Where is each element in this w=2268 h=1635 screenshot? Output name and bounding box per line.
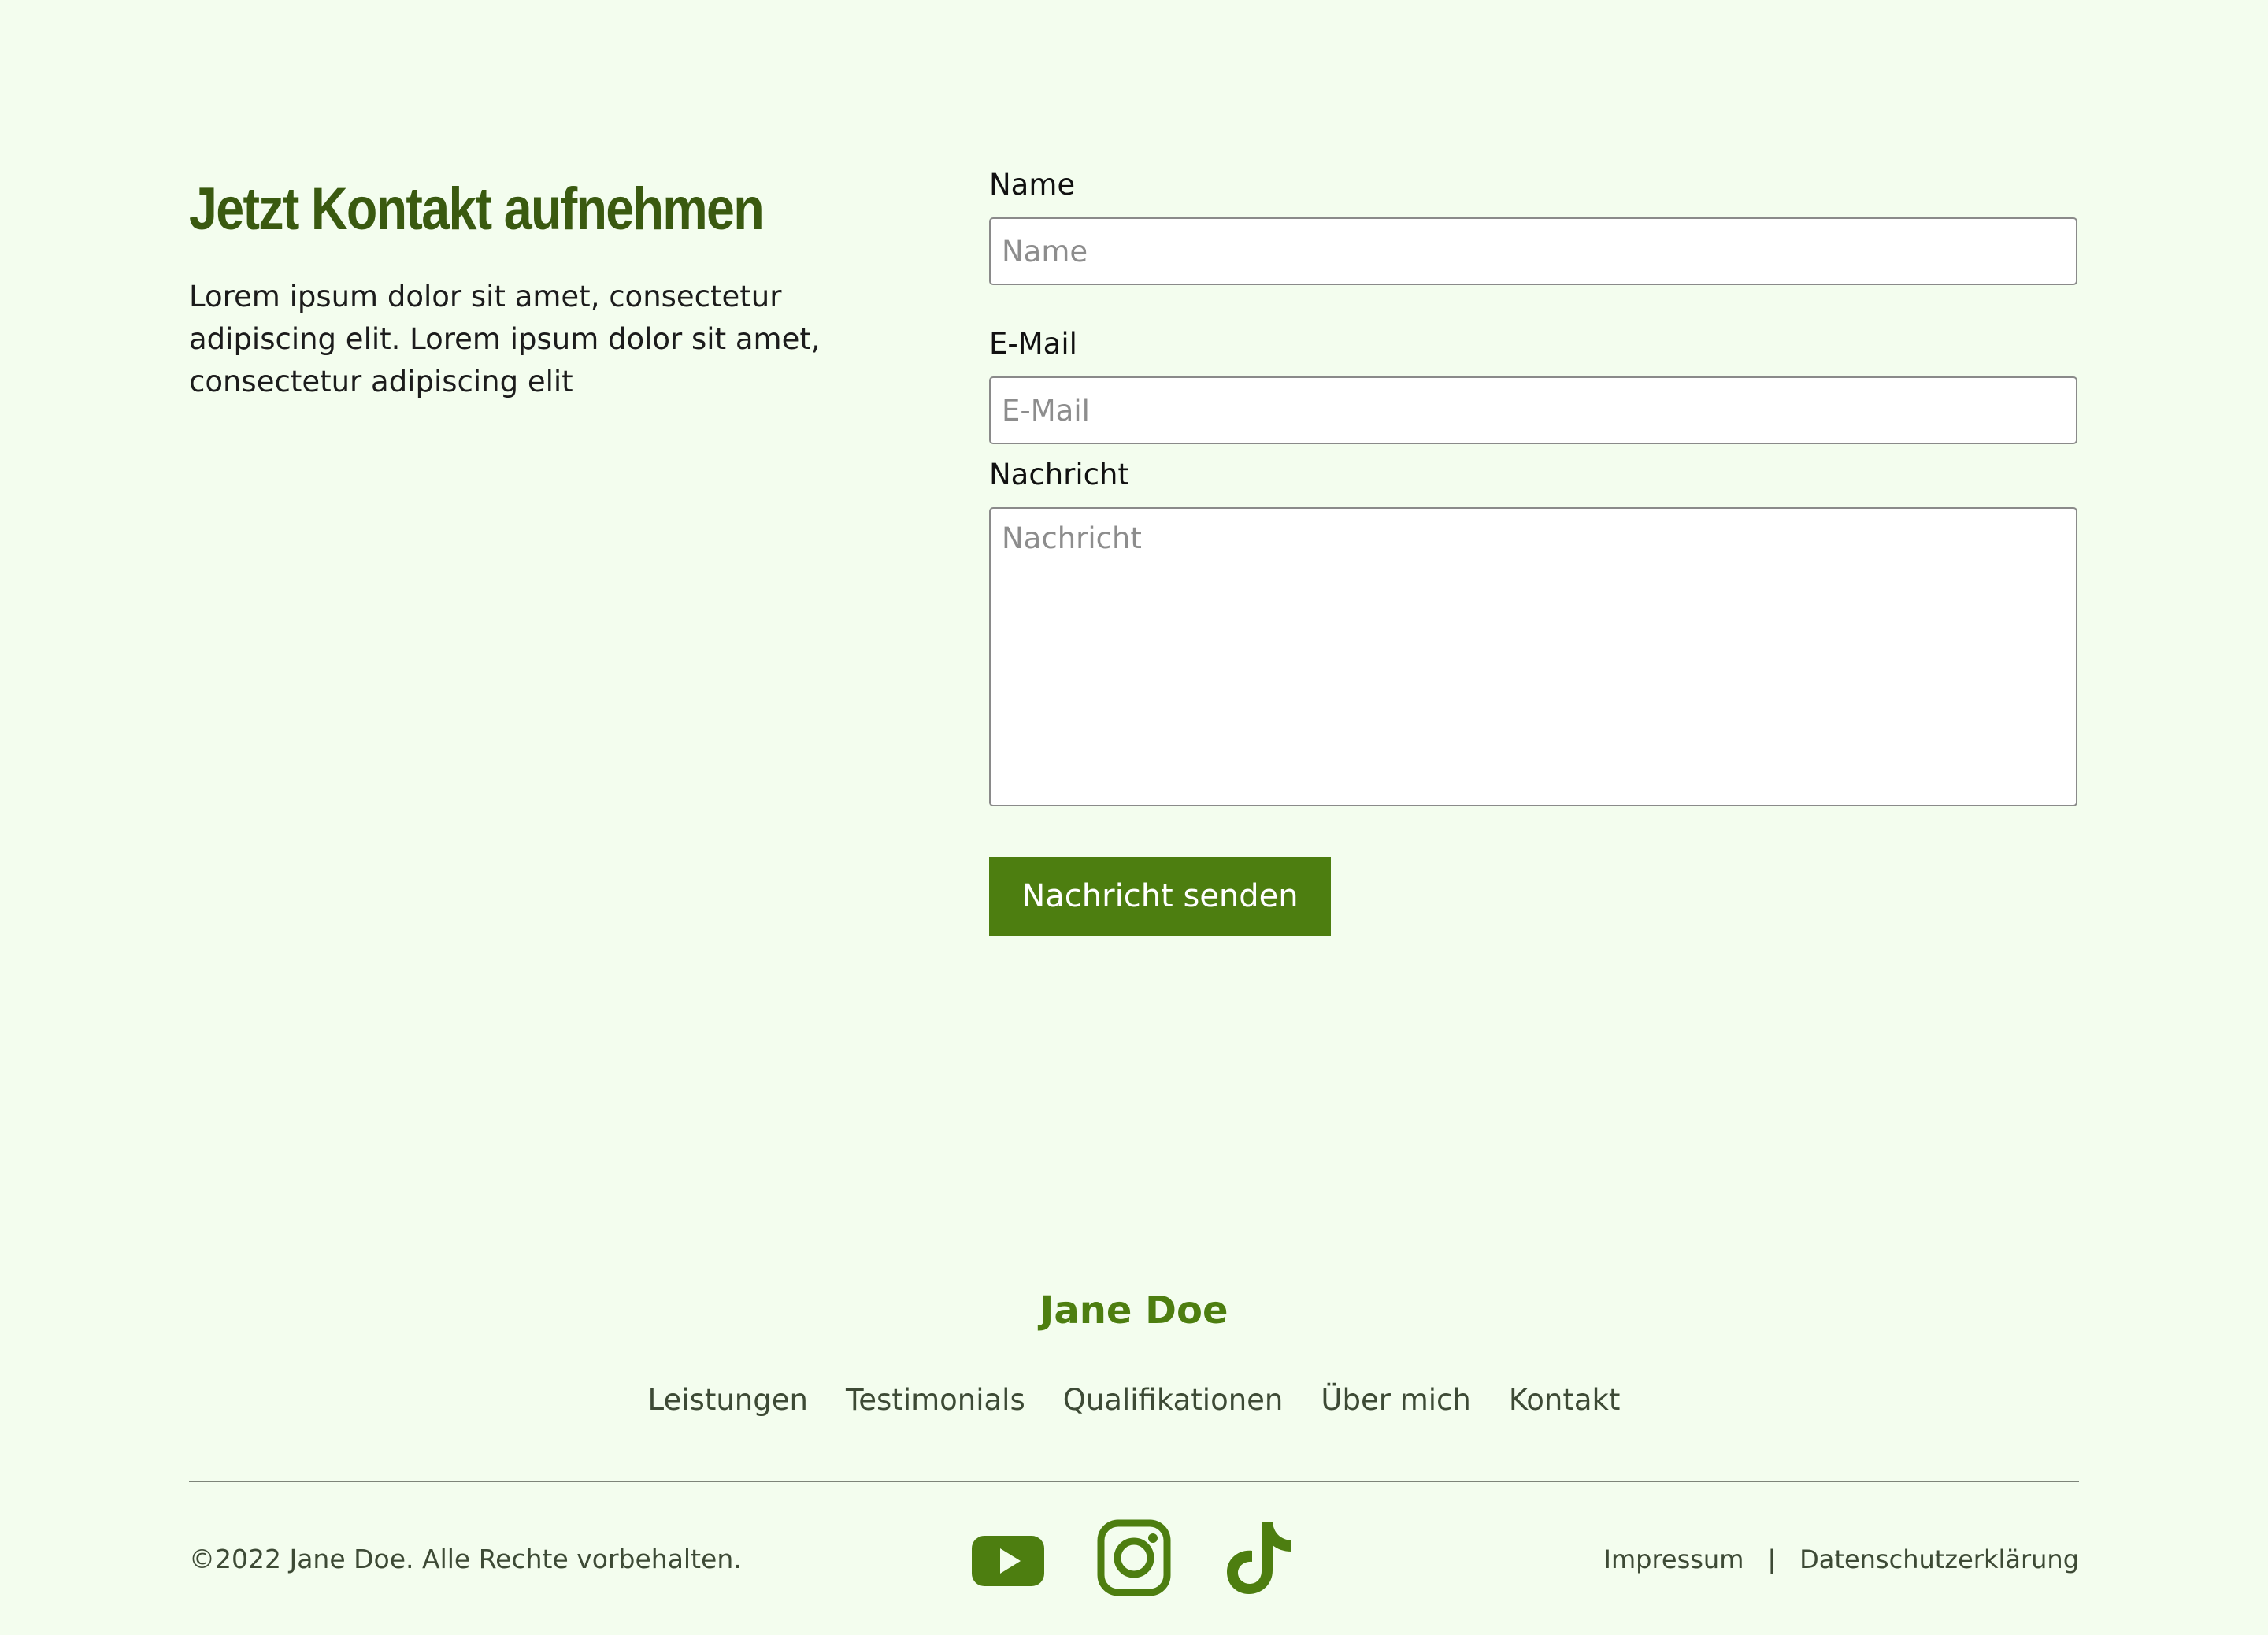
name-input[interactable] — [989, 217, 2077, 285]
footer-link-qualifikationen[interactable]: Qualifikationen — [1063, 1377, 1284, 1424]
social-links — [970, 1518, 1298, 1597]
send-message-button[interactable]: Nachricht senden — [989, 857, 1331, 936]
email-label: E-Mail — [989, 327, 1077, 361]
name-field-group: Name — [989, 164, 2077, 285]
email-input[interactable] — [989, 376, 2077, 444]
contact-description: Lorem ipsum dolor sit amet, consectetur … — [189, 280, 821, 399]
message-field-group: Nachricht — [989, 454, 2077, 806]
impressum-link[interactable]: Impressum — [1604, 1537, 1744, 1581]
legal-links: Impressum | Datenschutzerklärung — [1604, 1537, 2079, 1581]
footer-nav: Leistungen Testimonials Qualifikationen … — [0, 1377, 2268, 1424]
instagram-icon[interactable] — [1096, 1518, 1172, 1597]
privacy-link[interactable]: Datenschutzerklärung — [1799, 1537, 2079, 1581]
footer-link-kontakt[interactable]: Kontakt — [1509, 1377, 1621, 1424]
footer-link-leistungen[interactable]: Leistungen — [648, 1377, 808, 1424]
name-label: Name — [989, 168, 1076, 202]
tiktok-icon[interactable] — [1222, 1518, 1298, 1597]
copyright-text: ©2022 Jane Doe. Alle Rechte vorbehalten. — [189, 1544, 742, 1574]
footer-divider — [189, 1481, 2079, 1482]
email-field-group: E-Mail — [989, 323, 2077, 444]
footer-link-ueber-mich[interactable]: Über mich — [1321, 1377, 1470, 1424]
contact-title: Jetzt Kontakt aufnehmen — [189, 176, 765, 243]
contact-intro: Jetzt Kontakt aufnehmen Lorem ipsum dolo… — [189, 172, 866, 432]
footer-link-testimonials[interactable]: Testimonials — [846, 1377, 1025, 1424]
youtube-icon[interactable] — [970, 1518, 1046, 1597]
message-label: Nachricht — [989, 458, 1129, 491]
footer-brand: Jane Doe — [1040, 1288, 1228, 1333]
legal-separator: | — [1767, 1544, 1777, 1574]
contact-form: Name E-Mail Nachricht Nachricht senden — [989, 164, 2077, 936]
message-textarea[interactable] — [989, 507, 2077, 806]
